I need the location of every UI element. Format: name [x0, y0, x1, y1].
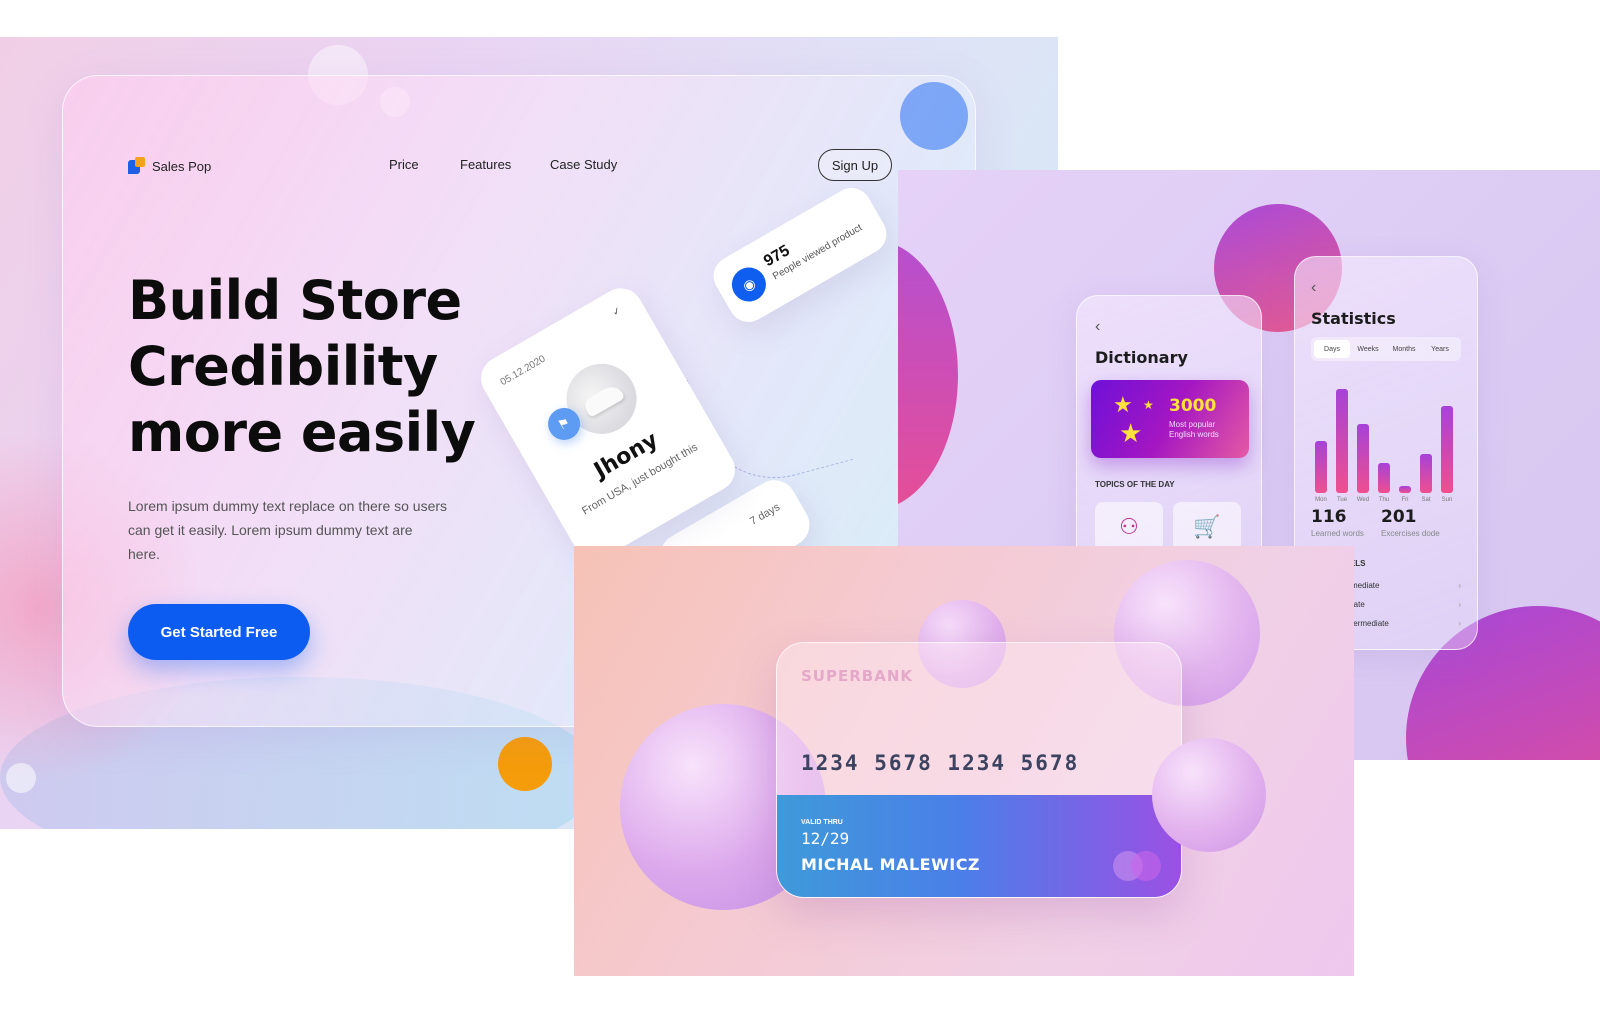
chart-bar-sun	[1441, 406, 1453, 493]
people-icon: ⚇	[1119, 514, 1139, 539]
nav-features[interactable]: Features	[460, 157, 511, 172]
chart-bar-sat	[1420, 454, 1432, 493]
hero-subtitle: Lorem ipsum dummy text replace on there …	[128, 498, 448, 562]
eye-icon: ◉	[725, 261, 773, 308]
credit-card[interactable]: SUPERBANK 1234 5678 1234 5678 VALID THRU…	[776, 642, 1182, 898]
nav-case-study[interactable]: Case Study	[550, 157, 617, 172]
topics-heading: TOPICS OF THE DAY	[1095, 480, 1175, 489]
bar-label: Fri	[1401, 497, 1409, 503]
learned-words-label: Learned words	[1311, 529, 1364, 538]
purchase-date: 05.12.2020	[498, 353, 548, 389]
word-caption: Most popular English words	[1169, 420, 1219, 439]
card-expiry: 12/29	[801, 829, 850, 848]
bar-label: Thu	[1378, 497, 1390, 503]
logo-text: Sales Pop	[152, 158, 212, 174]
chart-bar-thu	[1378, 463, 1390, 493]
tab-months[interactable]: Months	[1386, 340, 1422, 358]
back-chevron-icon[interactable]: ‹	[1095, 318, 1100, 336]
hero-line: Credibility	[128, 335, 438, 398]
chart-bar-wed	[1357, 424, 1369, 493]
decor-bubble	[6, 763, 36, 793]
card-number: 1234 5678 1234 5678	[801, 751, 1080, 775]
hero-title: Build Store Credibility more easily	[128, 268, 508, 466]
back-chevron-icon[interactable]: ‹	[1311, 279, 1316, 297]
exercises-label: Excercises dode	[1381, 529, 1440, 538]
decor-orange-circle	[498, 737, 552, 791]
card-footer: VALID THRU 12/29 MICHAL MALEWICZ	[777, 795, 1181, 897]
bar-label: Sat	[1421, 497, 1431, 503]
chat-bubble-logo-icon	[128, 157, 146, 175]
learned-words-value: 116	[1311, 507, 1347, 527]
star-icon: ★	[1113, 392, 1133, 417]
star-icon: ★	[1119, 418, 1143, 448]
tab-years[interactable]: Years	[1422, 340, 1458, 358]
chart-bar-tue	[1336, 389, 1348, 493]
bar-label: Sun	[1441, 497, 1453, 503]
nav-price[interactable]: Price	[389, 157, 419, 172]
screen-title: Statistics	[1311, 309, 1396, 328]
period-tabs: Days Weeks Months Years	[1311, 337, 1461, 361]
star-icon: ★	[1143, 398, 1154, 412]
popular-words-card[interactable]: ★ ★ ★ 3000 Most popular English words	[1091, 380, 1249, 458]
chevron-right-icon: ›	[1458, 581, 1461, 590]
get-started-button[interactable]: Get Started Free	[128, 604, 310, 660]
word-count: 3000	[1169, 396, 1217, 416]
topic-tile-shopping[interactable]: 🛒	[1173, 502, 1241, 552]
sign-up-button[interactable]: Sign Up	[818, 149, 892, 181]
card-days-label: 7 days	[748, 501, 783, 528]
exercises-value: 201	[1381, 507, 1417, 527]
chevron-right-icon: ›	[1458, 619, 1461, 628]
card-brand-icon	[1131, 851, 1161, 881]
hero-line: Build Store	[128, 269, 462, 332]
tab-weeks[interactable]: Weeks	[1350, 340, 1386, 358]
tab-days[interactable]: Days	[1314, 340, 1350, 358]
bar-label: Mon	[1315, 497, 1327, 503]
topic-tile-people[interactable]: ⚇	[1095, 502, 1163, 552]
decor-gradient-circle	[898, 240, 958, 510]
chevron-right-icon: ›	[1458, 600, 1461, 609]
bank-name: SUPERBANK	[801, 667, 913, 685]
check-icon: ✓	[610, 305, 624, 319]
weekly-bar-chart	[1315, 383, 1463, 493]
card-holder: MICHAL MALEWICZ	[801, 855, 981, 874]
logo[interactable]: Sales Pop	[128, 157, 211, 175]
chart-bar-fri	[1399, 486, 1411, 493]
bar-label: Wed	[1356, 497, 1370, 503]
bank-card-panel: SUPERBANK 1234 5678 1234 5678 VALID THRU…	[574, 546, 1354, 976]
decor-sphere	[1152, 738, 1266, 852]
hero-line: more easily	[128, 401, 476, 464]
chart-bar-mon	[1315, 441, 1327, 493]
bar-label: Tue	[1336, 497, 1348, 503]
screen-title: Dictionary	[1095, 348, 1188, 367]
shopping-cart-icon: 🛒	[1193, 514, 1221, 539]
valid-thru-label: VALID THRU	[801, 819, 843, 826]
